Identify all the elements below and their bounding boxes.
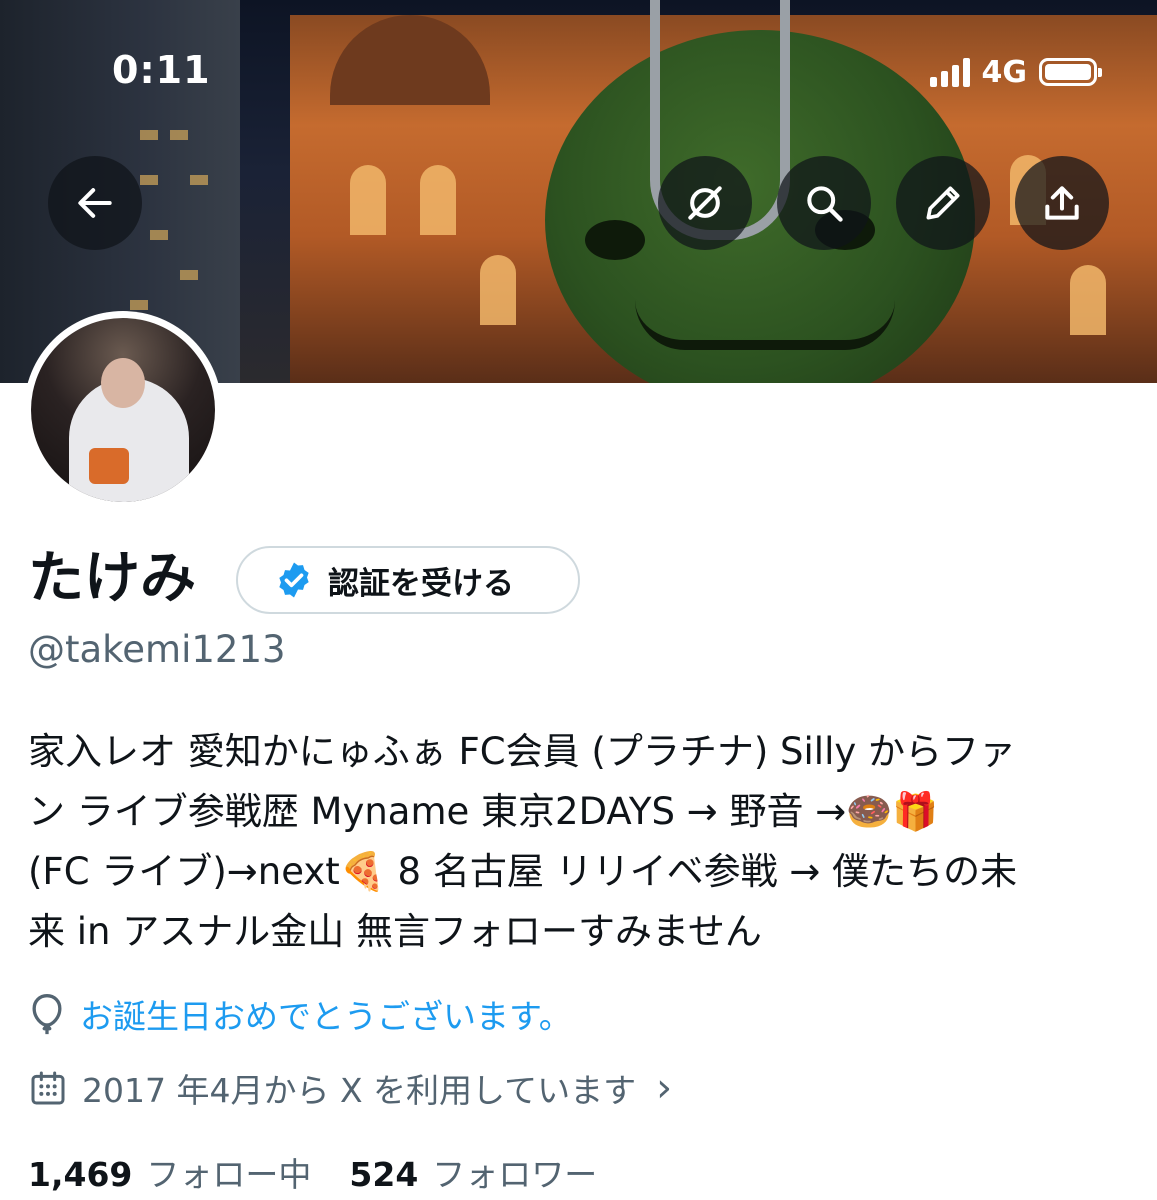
avatar[interactable] bbox=[31, 318, 215, 502]
status-indicators: 4G bbox=[929, 52, 1102, 92]
avatar-ring[interactable] bbox=[24, 311, 222, 509]
search-button[interactable] bbox=[777, 156, 871, 250]
followers-label[interactable]: フォロワー bbox=[432, 1148, 597, 1196]
back-arrow-icon bbox=[78, 188, 112, 218]
follow-stats: 1,469 フォロー中 524 フォロワー bbox=[28, 1148, 597, 1196]
balloon-icon bbox=[32, 994, 62, 1035]
following-count[interactable]: 1,469 bbox=[28, 1155, 132, 1194]
birthday-row[interactable]: お誕生日おめでとうございます。 bbox=[28, 990, 572, 1038]
joined-text: 2017 年4月から X を利用しています bbox=[82, 1071, 637, 1110]
user-handle: @takemi1213 bbox=[28, 628, 286, 671]
followers-count[interactable]: 524 bbox=[349, 1155, 418, 1194]
profile-bio: 家入レオ 愛知かにゅふぁ FC会員 (プラチナ) Silly からファ ン ライ… bbox=[28, 722, 1138, 962]
verified-badge-icon bbox=[279, 562, 309, 598]
following-label[interactable]: フォロー中 bbox=[146, 1148, 311, 1196]
search-icon bbox=[807, 186, 843, 222]
get-verified-button[interactable]: 認証を受ける bbox=[236, 546, 580, 614]
bio-line: ン ライブ参戦歴 Myname 東京2DAYS → 野音 →🍩🎁 bbox=[28, 790, 939, 833]
network-type: 4G bbox=[981, 54, 1028, 90]
edit-button[interactable] bbox=[896, 156, 990, 250]
display-name: たけみ bbox=[28, 546, 196, 611]
bio-line: 家入レオ 愛知かにゅふぁ FC会員 (プラチナ) Silly からファ bbox=[28, 730, 1017, 773]
back-button[interactable] bbox=[48, 156, 142, 250]
grok-icon bbox=[688, 186, 722, 220]
share-icon bbox=[1045, 186, 1079, 220]
calendar-icon bbox=[31, 1071, 65, 1105]
grok-button[interactable] bbox=[658, 156, 752, 250]
pencil-icon bbox=[926, 186, 960, 220]
bio-line: (FC ライブ)→next🍕 8 名古屋 リリイベ参戦 → 僕たちの未 bbox=[28, 850, 1018, 893]
battery-icon bbox=[1039, 58, 1102, 86]
share-button[interactable] bbox=[1015, 156, 1109, 250]
chevron-right-icon: › bbox=[656, 1065, 673, 1111]
bio-line: 来 in アスナル金山 無言フォローすみません bbox=[28, 910, 762, 953]
birthday-text[interactable]: お誕生日おめでとうございます。 bbox=[80, 990, 572, 1038]
joined-row[interactable]: 2017 年4月から X を利用しています › bbox=[28, 1064, 672, 1112]
signal-icon bbox=[929, 57, 970, 87]
status-time: 0:11 bbox=[112, 48, 211, 92]
get-verified-label: 認証を受ける bbox=[328, 565, 514, 602]
